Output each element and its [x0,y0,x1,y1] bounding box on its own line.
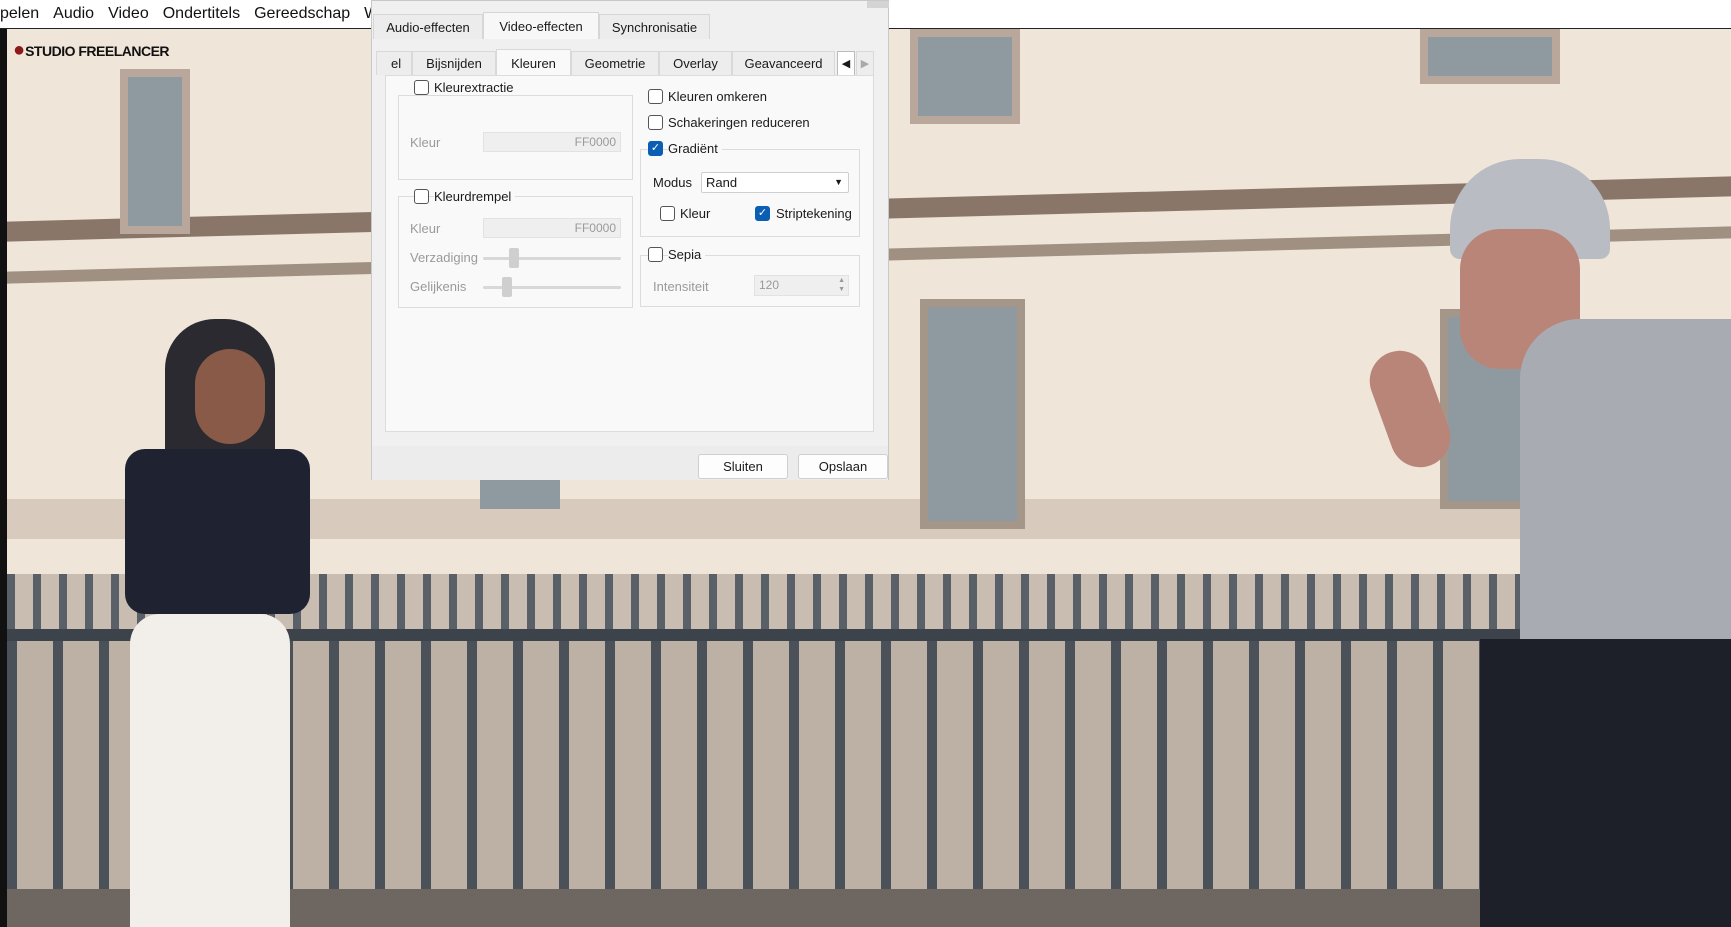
kleurdrempel-label: Kleurdrempel [434,189,516,204]
tab-audio-effecten[interactable]: Audio-effecten [373,14,483,39]
modus-value: Rand [706,175,738,190]
tab-label: Bijsnijden [426,56,482,71]
tab-label: Overlay [673,56,718,71]
kleuren-pane: Kleurextractie Kleur FF0000 Kleurdrempel… [385,75,874,432]
effects-dialog: Audio-effecten Video-effecten Synchronis… [371,0,889,480]
menu-afspelen[interactable]: pelen [0,5,39,23]
close-window-button[interactable] [867,1,889,8]
gelijkenis-slider-handle[interactable] [502,277,513,297]
kleurextractie-checkbox[interactable] [414,80,429,95]
gradient-label: Gradiënt [668,141,722,156]
gradient-kleur-label: Kleur [680,206,711,221]
kleuren-omkeren-checkbox[interactable] [648,89,663,104]
verzadiging-slider-handle[interactable] [508,248,519,268]
kleur-label: Kleur [410,135,441,150]
schakeringen-label: Schakeringen reduceren [668,115,810,130]
opslaan-button[interactable]: Opslaan [798,454,888,479]
tab-label: Synchronisatie [611,19,698,35]
intensiteit-value: 120 [759,278,780,292]
tab-kleuren[interactable]: Kleuren [496,49,571,76]
tab-label: Audio-effecten [386,19,470,35]
camera-icon: ● [13,39,26,61]
verzadiging-label: Verzadiging [410,250,478,265]
schakeringen-checkbox[interactable] [648,115,663,130]
logo-text: STUDIO FREELANCER [25,42,170,59]
tab-label: Kleuren [511,55,556,71]
kleurextractie-color-field[interactable]: FF0000 [483,132,621,152]
scroll-right-arrow-icon[interactable]: ▶ [856,51,874,75]
menu-video[interactable]: Video [108,5,149,23]
gradient-group [640,149,860,237]
kleuren-omkeren-label: Kleuren omkeren [668,89,767,104]
tab-overlay[interactable]: Overlay [659,51,732,75]
scroll-left-arrow-icon[interactable]: ◀ [837,51,855,75]
sluiten-button[interactable]: Sluiten [698,454,788,479]
kleur-label: Kleur [410,221,441,236]
menu-audio[interactable]: Audio [53,5,94,23]
menu-gereedschap[interactable]: Gereedschap [254,5,350,23]
kleurextractie-label: Kleurextractie [434,80,518,95]
intensiteit-spinbox[interactable]: 120 ▲ ▼ [754,275,849,296]
modus-dropdown[interactable]: Rand ▼ [701,172,849,193]
sepia-checkbox[interactable] [648,247,663,262]
verzadiging-slider[interactable] [483,257,621,260]
gradient-checkbox[interactable]: ✓ [648,141,663,156]
sepia-label: Sepia [668,247,706,262]
striptekening-label: Striptekening [776,206,852,221]
studio-logo: ● STUDIO FREELANCER [13,39,170,62]
tab-label: Geavanceerd [744,56,823,71]
gelijkenis-label: Gelijkenis [410,279,467,294]
tab-video-effecten[interactable]: Video-effecten [483,12,599,39]
striptekening-checkbox[interactable]: ✓ [755,206,770,221]
kleurdrempel-color-field[interactable]: FF0000 [483,218,621,238]
menu-ondertitels[interactable]: Ondertitels [163,5,240,23]
spin-arrows-icon[interactable]: ▲ ▼ [838,276,845,294]
tab-label: Video-effecten [499,18,583,34]
kleurdrempel-checkbox[interactable] [414,189,429,204]
chevron-down-icon: ▼ [834,177,843,187]
intensiteit-label: Intensiteit [653,279,709,294]
modus-label: Modus [653,175,693,190]
tab-synchronisatie[interactable]: Synchronisatie [599,14,710,39]
tab-label: el [391,56,402,71]
gradient-kleur-checkbox[interactable] [660,206,675,221]
tab-label: Geometrie [584,56,646,71]
tab-geavanceerd[interactable]: Geavanceerd [732,51,835,75]
tab-essentieel[interactable]: el [376,51,412,75]
tab-bijsnijden[interactable]: Bijsnijden [412,51,496,75]
tab-geometrie[interactable]: Geometrie [571,51,659,75]
